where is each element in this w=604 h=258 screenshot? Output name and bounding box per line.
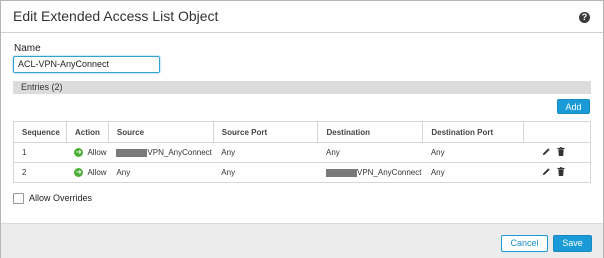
edit-acl-dialog: Edit Extended Access List Object ? Name … xyxy=(0,0,604,258)
cell-source-port: Any xyxy=(213,142,318,163)
col-action: Action xyxy=(65,121,109,143)
allow-icon: ➜ xyxy=(74,148,84,158)
col-destination: Destination xyxy=(317,121,424,143)
col-destination-port: Destination Port xyxy=(422,121,525,143)
col-actions xyxy=(523,121,591,143)
cell-sequence: 2 xyxy=(13,162,67,183)
pencil-icon[interactable] xyxy=(542,147,551,158)
cell-sequence: 1 xyxy=(13,142,67,163)
redaction-block xyxy=(325,168,357,177)
allow-overrides-checkbox[interactable] xyxy=(13,193,24,205)
cell-action: ➜ Allow xyxy=(66,142,109,163)
cell-source: Any xyxy=(108,162,214,183)
add-entry-button[interactable]: Add xyxy=(557,99,590,114)
dialog-body: Name ACL-VPN-AnyConnect Entries (2) Add … xyxy=(1,33,603,223)
entries-header: Entries (2) xyxy=(13,81,591,94)
name-label: Name xyxy=(14,43,41,54)
col-source-port: Source Port xyxy=(212,121,319,143)
destination-value: VPN_AnyConnect xyxy=(356,168,422,177)
trash-icon[interactable] xyxy=(557,167,565,178)
action-label: Allow xyxy=(87,167,107,177)
cell-action: ➜ Allow xyxy=(66,162,109,183)
col-source: Source xyxy=(107,121,214,143)
question-icon[interactable]: ? xyxy=(579,12,590,23)
save-button[interactable]: Save xyxy=(553,235,592,252)
cell-destination-port: Any xyxy=(422,162,524,183)
col-sequence: Sequence xyxy=(13,121,67,143)
cell-source: VPN_AnyConnect xyxy=(108,142,214,163)
source-value: VPN_AnyConnect xyxy=(147,148,212,157)
pencil-icon[interactable] xyxy=(542,167,551,178)
table-row[interactable]: 1 ➜ Allow VPN_AnyConnect Any Any Any xyxy=(13,142,591,163)
name-input[interactable]: ACL-VPN-AnyConnect xyxy=(13,56,160,73)
cancel-button[interactable]: Cancel xyxy=(501,235,548,252)
table-header-row: Sequence Action Source Source Port Desti… xyxy=(13,121,591,143)
allow-overrides-label: Allow Overrides xyxy=(29,193,93,203)
trash-icon[interactable] xyxy=(557,147,565,158)
cell-row-actions xyxy=(523,162,591,183)
dialog-title: Edit Extended Access List Object xyxy=(13,8,219,24)
cell-destination: Any xyxy=(317,142,423,163)
cell-destination: VPN_AnyConnect xyxy=(317,162,423,183)
action-label: Allow xyxy=(87,147,107,157)
cell-source-port: Any xyxy=(213,162,318,183)
redaction-block xyxy=(116,148,148,157)
cell-destination-port: Any xyxy=(422,142,524,163)
allow-icon: ➜ xyxy=(74,168,84,178)
cell-row-actions xyxy=(523,142,591,163)
entries-table: Sequence Action Source Source Port Desti… xyxy=(13,121,591,183)
dialog-footer: Cancel Save xyxy=(1,223,603,258)
dialog-header: Edit Extended Access List Object ? xyxy=(1,1,603,33)
allow-overrides-option[interactable]: Allow Overrides xyxy=(13,193,93,205)
table-row[interactable]: 2 ➜ Allow Any Any VPN_AnyConnect Any xyxy=(13,162,591,183)
